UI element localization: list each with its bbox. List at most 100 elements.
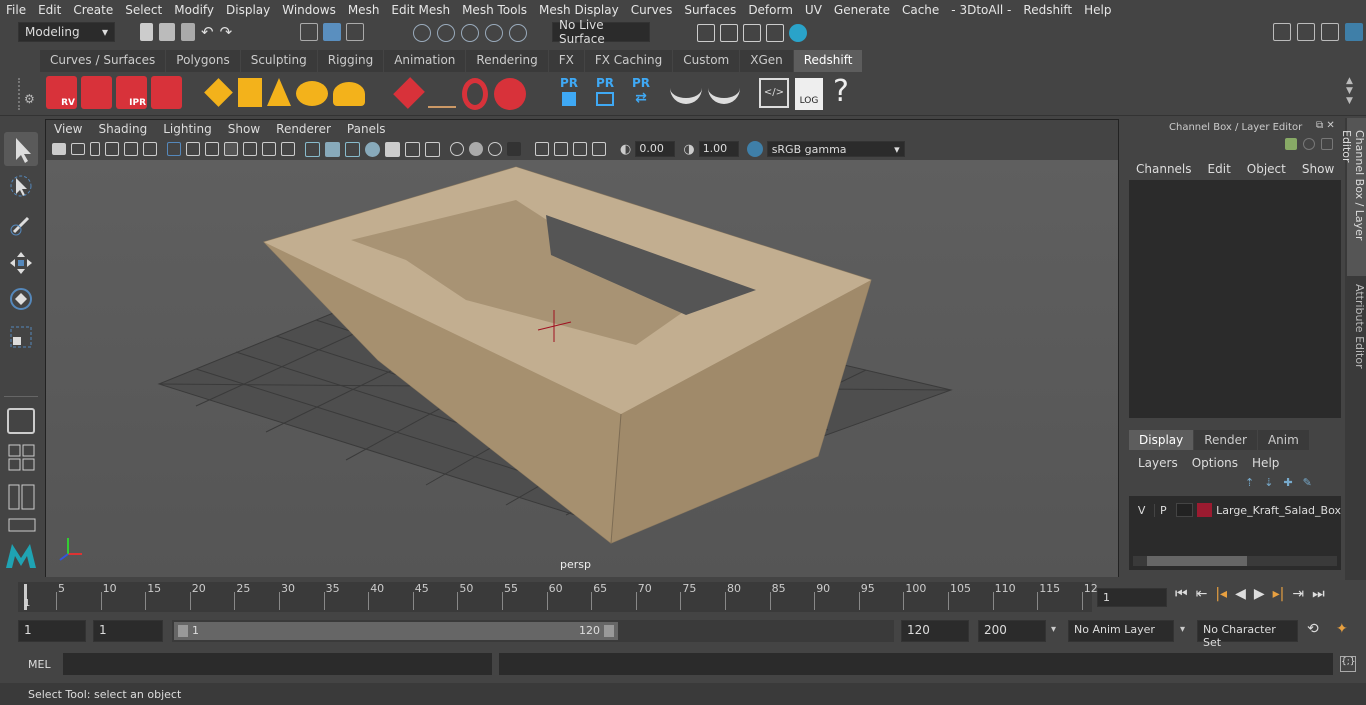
film-gate-icon[interactable] <box>186 142 200 156</box>
color-management-icon[interactable] <box>746 141 763 157</box>
viewport-menu-0[interactable]: View <box>46 122 90 136</box>
smooth-shade-icon[interactable] <box>325 141 340 157</box>
render-view-icon[interactable] <box>766 24 784 42</box>
single-perspective-layout-icon[interactable] <box>7 408 35 434</box>
scene-start-field[interactable]: 1 <box>18 620 86 642</box>
range-slider-handle[interactable]: 1 120 <box>174 622 618 640</box>
shelf-tab-10[interactable]: Redshift <box>793 50 863 72</box>
pr-object-icon[interactable]: PR <box>555 76 583 108</box>
menu-15[interactable]: Generate <box>828 3 896 17</box>
four-view-layout-icon[interactable] <box>8 444 36 472</box>
new-scene-icon[interactable] <box>140 23 153 41</box>
scene-end-field[interactable]: 200 <box>978 620 1046 642</box>
paint-select-tool-icon[interactable] <box>8 212 34 241</box>
layer-color-swatch[interactable] <box>1196 503 1213 517</box>
menu-11[interactable]: Curves <box>625 3 679 17</box>
help-question-icon[interactable]: ? <box>833 74 849 109</box>
safe-action-icon[interactable] <box>262 142 276 156</box>
move-layer-down-icon[interactable]: ⇣ <box>1264 476 1273 489</box>
rs-shader-ball-icon[interactable] <box>670 80 702 104</box>
rs-volume-icon[interactable] <box>462 78 488 110</box>
menu-8[interactable]: Edit Mesh <box>385 3 456 17</box>
rs-material-icon[interactable] <box>708 80 740 104</box>
go-to-start-icon[interactable]: ⏮ <box>1175 586 1188 602</box>
safe-title-icon[interactable] <box>281 142 295 156</box>
camera-attributes-icon[interactable] <box>71 143 85 155</box>
layer-name[interactable]: Large_Kraft_Salad_Box <box>1216 504 1341 517</box>
depth-of-field-icon[interactable] <box>488 142 502 156</box>
use-all-lights-icon[interactable] <box>385 141 400 157</box>
layer-row[interactable]: V P Large_Kraft_Salad_Box <box>1129 500 1341 520</box>
menu-16[interactable]: Cache <box>896 3 945 17</box>
exposure-icon[interactable]: ◐ <box>620 142 631 157</box>
current-frame-field[interactable]: 1 <box>1097 588 1167 607</box>
multisample-aa-icon[interactable] <box>469 142 483 156</box>
channel-box-menu-3[interactable]: Show <box>1302 162 1334 176</box>
undo-icon[interactable]: ↶ <box>201 23 214 41</box>
playback-start-field[interactable]: 1 <box>93 620 163 642</box>
menu-6[interactable]: Windows <box>276 3 342 17</box>
live-surface-field[interactable]: No Live Surface <box>552 18 650 46</box>
menu-14[interactable]: UV <box>799 3 828 17</box>
outliner-layout-icon[interactable] <box>8 484 36 510</box>
menu-4[interactable]: Modify <box>168 3 220 17</box>
panel-float-close-icons[interactable]: ⧉ ✕ <box>1316 120 1335 131</box>
select-by-hierarchy-icon[interactable] <box>300 23 318 41</box>
shelf-tab-4[interactable]: Animation <box>384 50 466 72</box>
shelf-tab-5[interactable]: Rendering <box>466 50 548 72</box>
ipr-render-icon[interactable] <box>743 24 761 42</box>
shelf-tab-7[interactable]: FX Caching <box>584 50 673 72</box>
modeling-toolkit-icon[interactable] <box>1273 23 1291 41</box>
menu-3[interactable]: Select <box>119 3 168 17</box>
rs-sphere-icon[interactable] <box>494 78 526 110</box>
rs-render-sequence-icon[interactable] <box>81 76 112 109</box>
select-by-component-icon[interactable] <box>346 23 364 41</box>
layer-visibility-toggle[interactable]: V <box>1133 504 1150 517</box>
rs-hair-icon[interactable] <box>428 78 456 108</box>
exposure-field[interactable]: 0.00 <box>635 141 676 157</box>
motion-blur-icon[interactable] <box>450 142 464 156</box>
shelf-gear-icon[interactable]: ⚙ <box>24 92 35 106</box>
snap-view-plane-icon[interactable] <box>485 24 503 42</box>
shelf-tab-1[interactable]: Polygons <box>166 50 240 72</box>
anim-layer-selector[interactable]: No Anim Layer <box>1068 620 1174 642</box>
hyper-icon[interactable] <box>1321 138 1333 150</box>
save-scene-icon[interactable] <box>181 23 195 41</box>
step-forward-frame-icon[interactable]: ▸| <box>1273 586 1285 602</box>
attribute-editor-side-tab[interactable]: Attribute Editor <box>1347 284 1366 374</box>
shelf-tab-8[interactable]: Custom <box>673 50 740 72</box>
shelf-tab-3[interactable]: Rigging <box>317 50 384 72</box>
shelf-tab-9[interactable]: XGen <box>740 50 793 72</box>
channel-box-menu-1[interactable]: Edit <box>1208 162 1231 176</box>
viewport-menu-1[interactable]: Shading <box>90 122 155 136</box>
menu-13[interactable]: Deform <box>742 3 799 17</box>
grid-toggle-icon[interactable] <box>167 142 181 156</box>
field-chart-icon[interactable] <box>243 142 257 156</box>
character-set-selector[interactable]: No Character Set <box>1197 620 1298 649</box>
render-frame-icon[interactable] <box>720 24 738 42</box>
step-forward-key-icon[interactable]: ⇥ <box>1292 586 1304 602</box>
viewport-menu-2[interactable]: Lighting <box>155 122 220 136</box>
layer-menu-0[interactable]: Layers <box>1138 456 1178 470</box>
grease-pencil-icon[interactable] <box>143 142 157 156</box>
layer-tab-1[interactable]: Render <box>1194 430 1257 450</box>
menu-19[interactable]: Help <box>1078 3 1117 17</box>
menu-18[interactable]: Redshift <box>1017 3 1078 17</box>
two-d-pan-icon[interactable] <box>124 142 138 156</box>
auto-key-icon[interactable]: ⟲ <box>1307 621 1319 637</box>
go-to-end-icon[interactable]: ⏭ <box>1312 586 1325 602</box>
menu-2[interactable]: Create <box>67 3 119 17</box>
select-by-object-icon[interactable] <box>323 23 341 41</box>
viewport-scene[interactable]: persp <box>46 160 1118 577</box>
channel-box-menu-2[interactable]: Object <box>1247 162 1286 176</box>
speed-icon[interactable] <box>1303 138 1315 150</box>
persp-graph-layout-icon[interactable] <box>8 518 36 532</box>
channel-box-toggle-icon[interactable] <box>1345 23 1363 41</box>
xray-components-icon[interactable] <box>573 142 587 156</box>
menu-10[interactable]: Mesh Display <box>533 3 625 17</box>
layer-tab-0[interactable]: Display <box>1129 430 1194 450</box>
menu-7[interactable]: Mesh <box>342 3 386 17</box>
open-scene-icon[interactable] <box>159 23 175 41</box>
hypershade-icon[interactable] <box>789 24 807 42</box>
render-settings-icon[interactable] <box>697 24 715 42</box>
